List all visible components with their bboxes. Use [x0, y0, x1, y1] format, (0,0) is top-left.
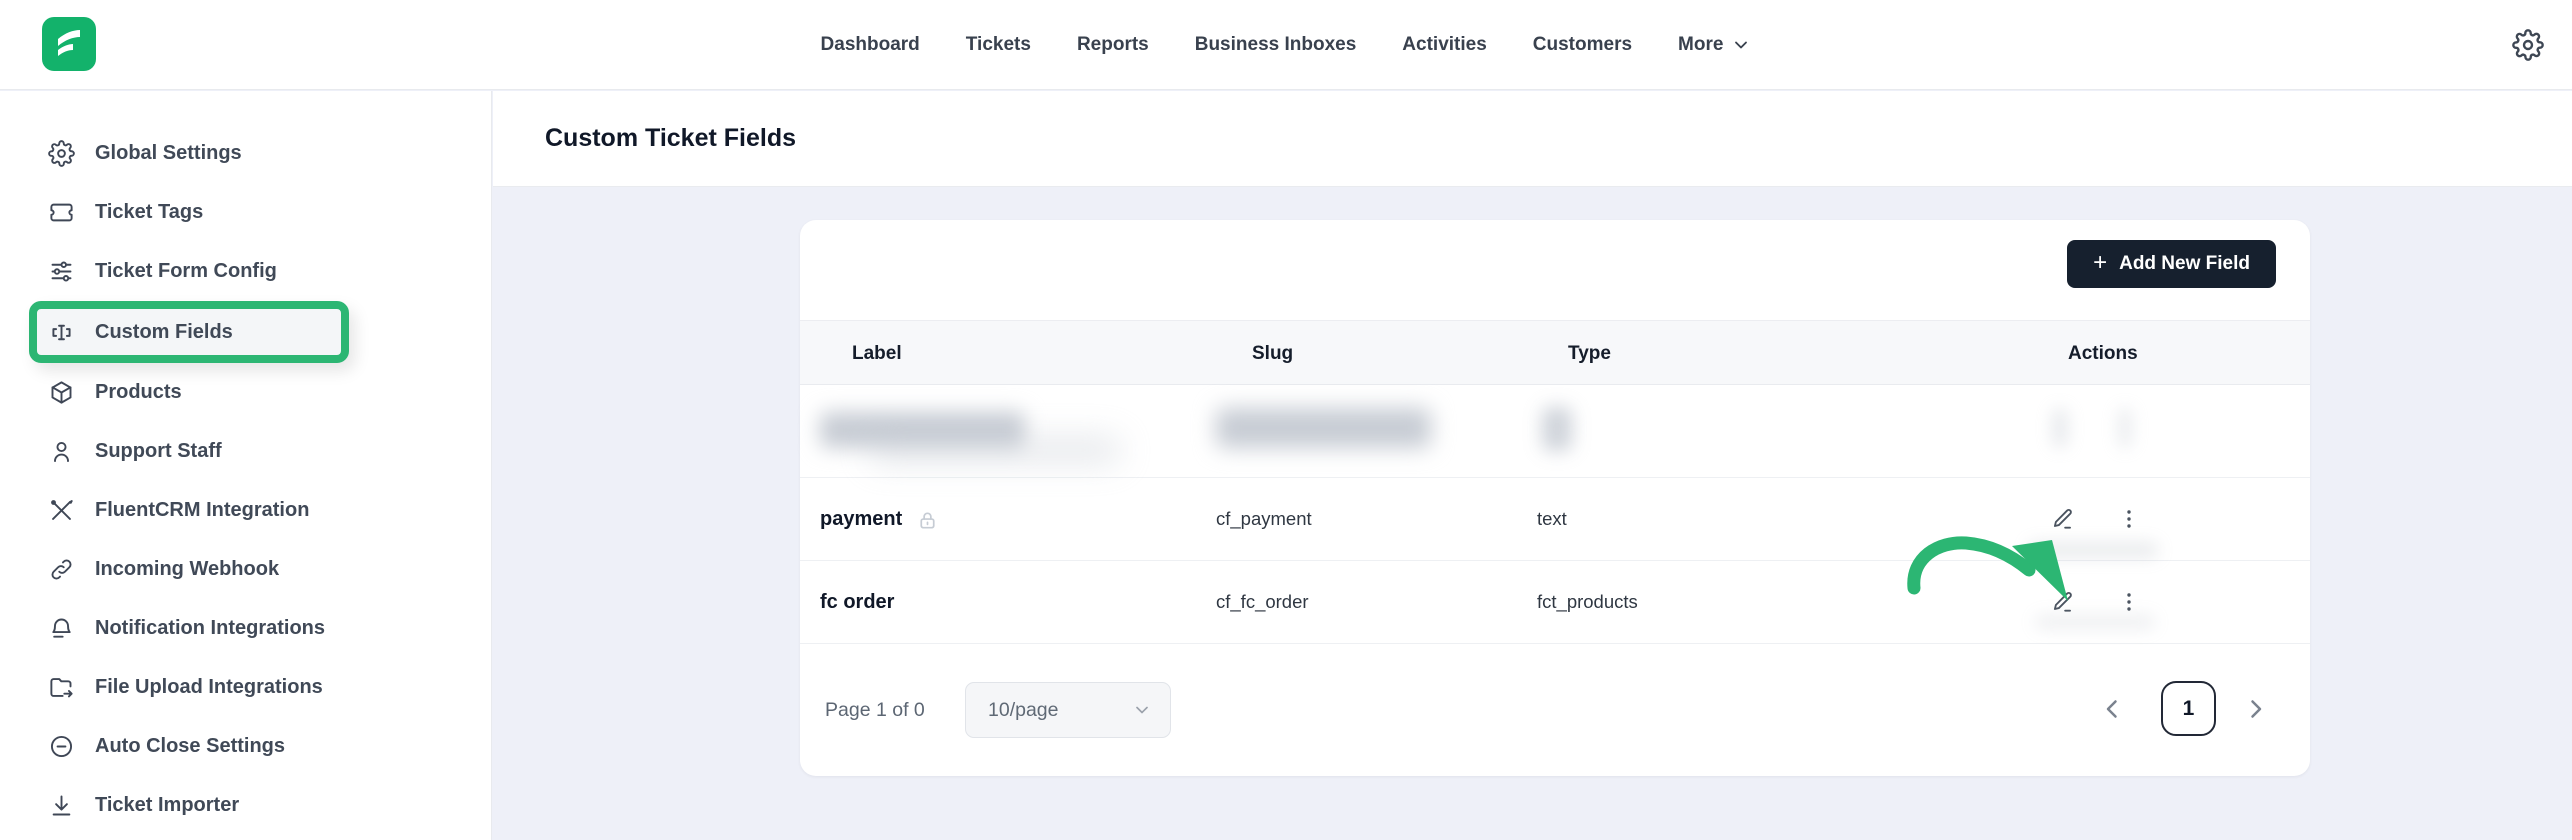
nav-dashboard[interactable]: Dashboard [821, 34, 920, 56]
nav-business-inboxes[interactable]: Business Inboxes [1195, 34, 1357, 56]
sidebar-item-fluentcrm-integration[interactable]: FluentCRM Integration [0, 481, 491, 540]
sidebar-item-ticket-form-config[interactable]: Ticket Form Config [0, 242, 491, 301]
blurred-tooltip-smudge [2028, 542, 2158, 558]
sidebar-item-ticket-tags[interactable]: Ticket Tags [0, 183, 491, 242]
user-icon [48, 438, 75, 465]
sidebar-item-label: FluentCRM Integration [95, 499, 309, 522]
gear-icon [2512, 29, 2544, 61]
nav-activities[interactable]: Activities [1402, 34, 1486, 56]
table-header-row: Label Slug Type Actions [800, 320, 2310, 385]
sidebar-item-label: Ticket Form Config [95, 260, 277, 283]
input-field-icon [48, 319, 75, 346]
table-row: payment cf_payment text [800, 478, 2310, 561]
nav-reports[interactable]: Reports [1077, 34, 1149, 56]
redacted-action-blob [2052, 408, 2068, 448]
content-area: + Add New Field Label Slug Type Actions … [493, 187, 2572, 840]
sidebar-item-global-settings[interactable]: Global Settings [0, 124, 491, 183]
column-header-type: Type [1568, 321, 1611, 386]
topbar: Dashboard Tickets Reports Business Inbox… [0, 0, 2572, 90]
ticket-icon [48, 199, 75, 226]
tools-icon [48, 497, 75, 524]
edit-field-button[interactable] [2048, 561, 2078, 643]
add-new-field-label: Add New Field [2119, 253, 2250, 275]
pencil-edit-icon [2050, 589, 2076, 615]
link-icon [48, 556, 75, 583]
column-header-slug: Slug [1252, 321, 1293, 386]
bell-icon [48, 615, 75, 642]
sidebar-item-label: Ticket Importer [95, 794, 239, 817]
sidebar-item-incoming-webhook[interactable]: Incoming Webhook [0, 540, 491, 599]
chevron-down-icon [1731, 35, 1751, 55]
sidebar-item-support-staff[interactable]: Support Staff [0, 422, 491, 481]
folder-arrow-icon [48, 674, 75, 701]
sliders-icon [48, 258, 75, 285]
nav-more-label: More [1678, 34, 1723, 56]
sidebar-item-auto-close-settings[interactable]: Auto Close Settings [0, 717, 491, 776]
table-row: fc order cf_fc_order fct_products [800, 561, 2310, 644]
row-menu-button[interactable] [2114, 561, 2144, 643]
chevron-left-icon [2098, 694, 2128, 724]
field-label: payment [820, 508, 902, 531]
field-label: fc order [820, 591, 894, 614]
sidebar-item-products[interactable]: Products [0, 363, 491, 422]
column-header-actions: Actions [2068, 321, 2138, 386]
sidebar-item-label: Ticket Tags [95, 201, 203, 224]
chevron-right-icon [2240, 694, 2270, 724]
sidebar-item-label: Incoming Webhook [95, 558, 279, 581]
page-size-value: 10/page [988, 699, 1059, 722]
current-page-button[interactable]: 1 [2161, 681, 2216, 736]
pagination-bar: Page 1 of 0 10/page 1 [800, 644, 2310, 776]
redacted-slug-blob [1216, 408, 1431, 448]
redacted-type-blob [1542, 407, 1572, 451]
table-row-redacted [800, 385, 2310, 478]
nav-tickets[interactable]: Tickets [966, 34, 1031, 56]
minus-circle-icon [48, 733, 75, 760]
gear-icon [48, 140, 75, 167]
field-slug-cell: cf_payment [1216, 478, 1312, 560]
redacted-action-blob [2118, 408, 2132, 448]
kebab-menu-icon [2117, 507, 2141, 531]
lock-icon [916, 509, 939, 532]
sidebar-item-label: Custom Fields [95, 321, 233, 344]
main-header: Custom Ticket Fields [493, 91, 2572, 187]
sidebar-item-label: Global Settings [95, 142, 242, 165]
custom-fields-card: + Add New Field Label Slug Type Actions … [800, 220, 2310, 776]
sidebar-item-notification-integrations[interactable]: Notification Integrations [0, 599, 491, 658]
nav-customers[interactable]: Customers [1533, 34, 1632, 56]
chevron-down-icon [1132, 700, 1152, 720]
field-label-cell: payment [820, 478, 939, 560]
pencil-edit-icon [2050, 506, 2076, 532]
sidebar-item-ticket-importer[interactable]: Ticket Importer [0, 776, 491, 835]
cube-icon [48, 379, 75, 406]
page-size-select[interactable]: 10/page [965, 682, 1171, 738]
next-page-button[interactable] [2240, 694, 2270, 724]
blurred-tooltip-smudge [2035, 615, 2155, 629]
previous-page-button[interactable] [2098, 694, 2128, 724]
kebab-menu-icon [2117, 590, 2141, 614]
page-title: Custom Ticket Fields [545, 124, 796, 153]
field-type-cell: text [1537, 478, 1567, 560]
nav-more[interactable]: More [1678, 34, 1751, 56]
top-navigation: Dashboard Tickets Reports Business Inbox… [0, 0, 2572, 90]
sidebar-item-label: Products [95, 381, 182, 404]
pagination-summary: Page 1 of 0 [825, 644, 925, 776]
column-header-label: Label [852, 321, 902, 386]
field-type-cell: fct_products [1537, 561, 1638, 643]
field-slug-cell: cf_fc_order [1216, 561, 1309, 643]
plus-icon: + [2093, 251, 2107, 275]
sidebar-item-label: File Upload Integrations [95, 676, 323, 699]
redacted-label-blob [870, 437, 1120, 463]
sidebar-item-label: Notification Integrations [95, 617, 325, 640]
sidebar-item-label: Support Staff [95, 440, 222, 463]
sidebar-item-file-upload-integrations[interactable]: File Upload Integrations [0, 658, 491, 717]
field-label-cell: fc order [820, 561, 894, 643]
settings-sidebar: Global Settings Ticket Tags Ticket Form … [0, 91, 492, 840]
download-icon [48, 792, 75, 819]
settings-gear-button[interactable] [2512, 29, 2544, 61]
sidebar-item-custom-fields[interactable]: Custom Fields [29, 301, 349, 363]
sidebar-item-label: Auto Close Settings [95, 735, 285, 758]
add-new-field-button[interactable]: + Add New Field [2067, 240, 2276, 288]
